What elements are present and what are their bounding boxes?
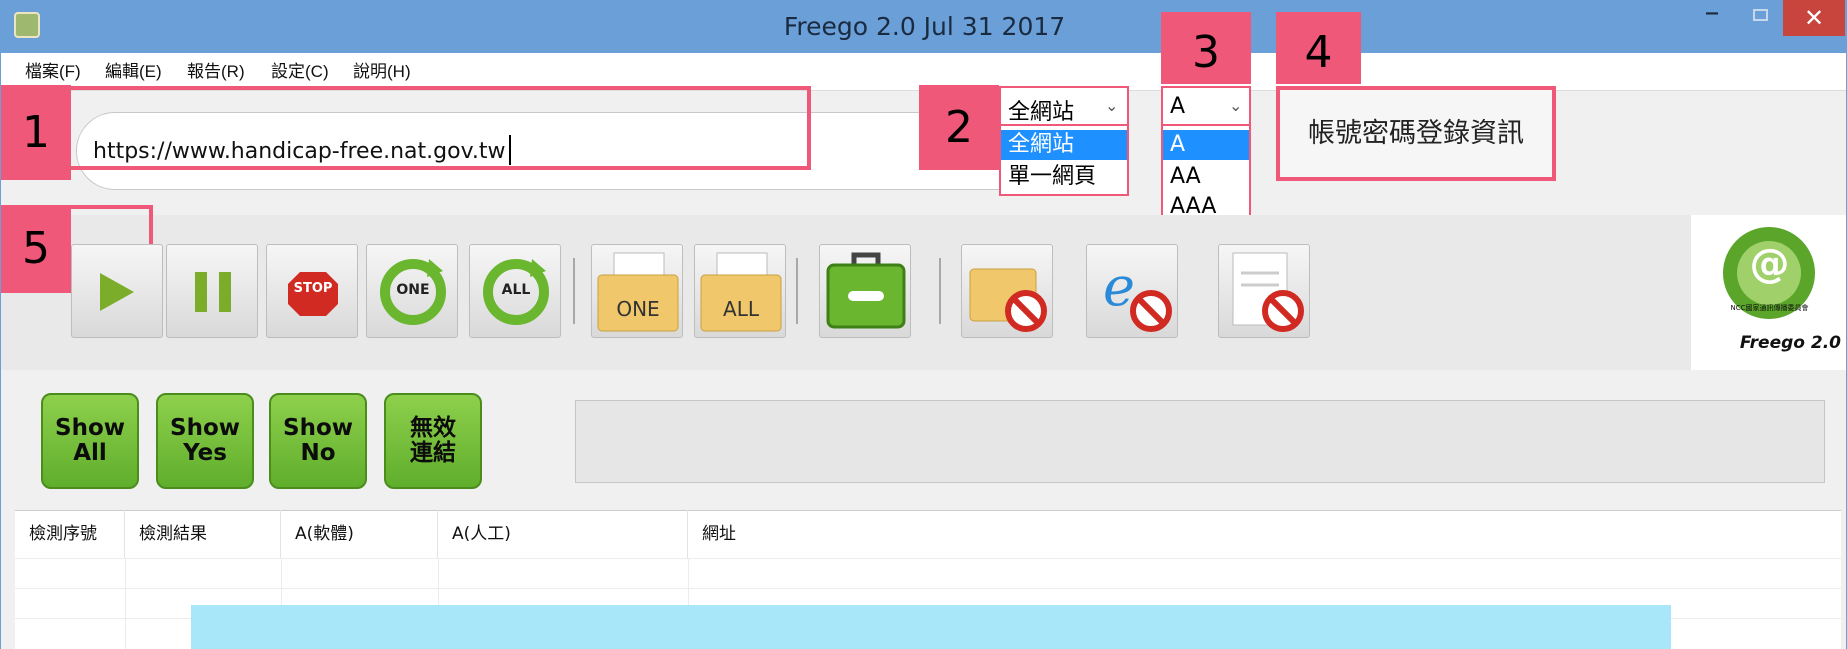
toolbar-separator: [796, 258, 798, 324]
document-blocked-icon: [1232, 252, 1304, 332]
pause-button[interactable]: [166, 244, 258, 338]
callout-4: 4: [1276, 12, 1361, 84]
callout-2: 2: [919, 85, 999, 170]
show-no-line1: Show: [283, 415, 353, 441]
scope-select[interactable]: 全網站 ⌄: [999, 86, 1129, 126]
invalid-links-button[interactable]: 無效 連結: [384, 393, 482, 489]
show-all-line2: All: [73, 440, 107, 466]
level-option-aa[interactable]: AA: [1163, 162, 1249, 192]
recheck-all-button[interactable]: ALL: [469, 244, 561, 338]
clear-report-button[interactable]: [1218, 244, 1310, 338]
tooltip-overlay: [191, 605, 1671, 649]
folder-document-icon: [700, 252, 782, 332]
at-sign-icon: @: [1749, 241, 1790, 287]
column-header-seq[interactable]: 檢測序號: [15, 510, 125, 558]
chevron-down-icon: ⌄: [1105, 96, 1119, 115]
table-row: [15, 588, 1841, 589]
folder-blocked-icon: [969, 268, 1047, 332]
scope-option-page[interactable]: 單一網頁: [1001, 162, 1127, 192]
toolbar-separator: [939, 258, 941, 324]
maximize-button[interactable]: [1736, 0, 1784, 36]
show-yes-button[interactable]: Show Yes: [156, 393, 254, 489]
folder-all-text: ALL: [723, 297, 759, 321]
open-all-files-button[interactable]: ALL: [694, 244, 786, 338]
play-icon: [100, 273, 134, 311]
invalid-line2: 連結: [410, 440, 456, 466]
close-button[interactable]: ✕: [1783, 0, 1845, 36]
column-header-a-software[interactable]: A(軟體): [281, 510, 438, 558]
freego-logo: @ NCC國家通訊傳播委員會 Freego 2.0: [1691, 215, 1846, 370]
toolbar-separator: [573, 258, 575, 324]
level-options: A AA AAA: [1161, 126, 1251, 226]
scope-option-site[interactable]: 全網站: [1001, 130, 1127, 160]
minimize-button[interactable]: –: [1688, 0, 1736, 36]
clear-browser-button[interactable]: e: [1086, 244, 1178, 338]
maximize-icon: [1753, 9, 1768, 21]
show-all-button[interactable]: Show All: [41, 393, 139, 489]
callout-1-frame: [63, 86, 811, 170]
pause-icon: [195, 272, 231, 312]
stop-button[interactable]: STOP: [266, 244, 358, 338]
toolbox-icon: [826, 252, 906, 329]
level-select[interactable]: A ⌄: [1161, 86, 1251, 126]
invalid-line1: 無效: [410, 415, 456, 441]
logo-text: Freego 2.0: [1739, 333, 1841, 353]
column-divider: [125, 558, 126, 649]
folder-one-text: ONE: [616, 297, 660, 321]
login-info-button[interactable]: 帳號密碼登錄資訊: [1276, 86, 1556, 181]
start-button[interactable]: [71, 244, 163, 338]
show-yes-line1: Show: [170, 415, 240, 441]
settings-toolbox-button[interactable]: [819, 244, 911, 338]
level-select-value: A: [1170, 94, 1186, 119]
chevron-down-icon: ⌄: [1229, 96, 1243, 115]
ie-blocked-icon: e: [1103, 255, 1172, 332]
show-no-line2: No: [300, 440, 336, 466]
show-no-button[interactable]: Show No: [269, 393, 367, 489]
table-row: [15, 558, 1841, 559]
column-header-a-manual[interactable]: A(人工): [438, 510, 688, 558]
recheck-one-button[interactable]: ONE: [366, 244, 458, 338]
show-all-line1: Show: [55, 415, 125, 441]
open-one-file-button[interactable]: ONE: [591, 244, 683, 338]
window-title: Freego 2.0 Jul 31 2017: [783, 12, 1066, 41]
all-text: ALL: [501, 282, 531, 298]
status-box: [575, 400, 1825, 483]
one-text: ONE: [396, 282, 430, 298]
column-header-url[interactable]: 網址: [688, 510, 1841, 558]
scope-options: 全網站 單一網頁: [999, 126, 1129, 196]
scope-select-value: 全網站: [1008, 100, 1075, 125]
callout-1: 1: [1, 85, 71, 180]
app-window: Freego 2.0 Jul 31 2017 – ✕ 檔案(F) 編輯(E) 報…: [0, 0, 1847, 649]
callout-5: 5: [1, 205, 71, 293]
callout-3: 3: [1161, 12, 1251, 84]
column-header-result[interactable]: 檢測結果: [125, 510, 281, 558]
show-yes-line2: Yes: [183, 440, 227, 466]
folder-document-icon: [597, 252, 679, 332]
stop-text: STOP: [293, 281, 333, 296]
logo-ring-text: NCC國家通訊傳播委員會: [1730, 304, 1809, 312]
clear-folder-button[interactable]: [961, 244, 1053, 338]
level-option-a[interactable]: A: [1163, 130, 1249, 160]
